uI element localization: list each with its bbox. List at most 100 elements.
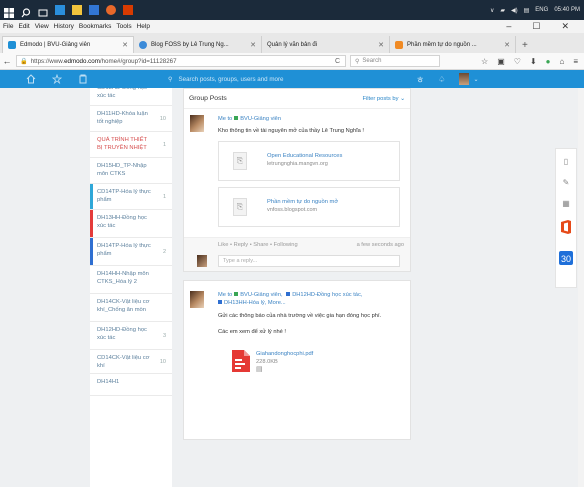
url-host: edmodo.com (64, 57, 100, 65)
group-color-square (286, 292, 291, 296)
group-list: CD13HD-Đồng học xúc tác DH11HD-Khóa luận… (90, 88, 172, 487)
office-icon[interactable] (123, 5, 133, 15)
group-item[interactable]: DH14CK-Vật liệu cơ khí_Chống ăn mòn (90, 294, 172, 322)
calculator-icon[interactable]: ▦ (562, 199, 570, 208)
firefox-icon[interactable] (106, 5, 116, 15)
new-tab-button[interactable]: + (516, 40, 534, 53)
menu-view[interactable]: View (35, 23, 49, 30)
home-icon[interactable] (26, 74, 36, 84)
close-tab-icon[interactable]: ✕ (378, 41, 384, 49)
close-tab-icon[interactable]: ✕ (250, 41, 256, 49)
file-explorer-icon[interactable] (72, 5, 82, 15)
group-item[interactable]: DH13HH-Đồng học xúc tác (90, 210, 172, 238)
trash-icon[interactable]: ▯ (564, 157, 568, 166)
pocket-icon[interactable]: ♡ (514, 57, 521, 66)
task-view-icon[interactable] (38, 5, 48, 17)
store-icon[interactable] (89, 5, 99, 15)
notifications-icon[interactable]: ♤ (438, 75, 445, 84)
menu-help[interactable]: Help (137, 23, 150, 30)
download-icon[interactable]: ⬇ (530, 57, 537, 66)
recipient-link[interactable]: DH13HH-Hóa lý, More... (224, 300, 286, 306)
avatar[interactable] (190, 291, 204, 308)
edge-browser-icon[interactable] (55, 5, 65, 15)
group-item[interactable]: CD14CK-Vật liệu cơ khí 10 (90, 350, 172, 374)
reading-list-icon[interactable]: ▣ (497, 57, 505, 66)
network-icon[interactable]: ▰ (500, 7, 505, 14)
group-item[interactable]: DH14HH-Nhập môn CTKS_Hóa lý 2 (90, 266, 172, 294)
tab-edmodo[interactable]: Edmodo | BVU-Giảng viên ✕ (2, 36, 134, 53)
group-item[interactable]: CD14TP-Hóa lý thực phẩm 1 (90, 184, 172, 210)
office-icon[interactable] (560, 220, 572, 239)
tab-blog-foss[interactable]: Blog FOSS by Lê Trung Ng... ✕ (134, 36, 262, 53)
progress-icon[interactable] (52, 74, 62, 84)
group-item[interactable]: DH11HD-Khóa luận tốt nghiệp 10 (90, 106, 172, 132)
tab-quan-ly-van-ban[interactable]: Quản lý văn bản đi ✕ (262, 36, 390, 53)
clock[interactable]: 05:40 PM (554, 7, 580, 13)
recipient-link[interactable]: BVU-Giảng viên, (240, 292, 284, 298)
menu-file[interactable]: File (3, 23, 13, 30)
post-action-links[interactable]: Like • Reply • Share • Following (218, 242, 298, 248)
file-preview-icon[interactable]: ▤ (256, 366, 313, 374)
group-count: 10 (159, 115, 166, 122)
chevron-down-icon[interactable]: ⌄ (473, 76, 478, 83)
group-color-square (218, 300, 222, 304)
menu-tools[interactable]: Tools (116, 23, 131, 30)
edmodo-search-input[interactable]: ⚲ Search posts, groups, users and more (158, 76, 388, 83)
windows-start-icon[interactable] (4, 5, 14, 18)
tab-label: Quản lý văn bản đi (267, 41, 318, 48)
side-toolbar: ▯ ✎ ▦ 30 (555, 148, 577, 288)
group-color-bar (90, 210, 93, 237)
blogger-favicon-icon (395, 40, 403, 49)
post-text: Kho thông tin về tài nguyên mở của thầy … (218, 128, 365, 134)
close-tab-icon[interactable]: ✕ (504, 41, 510, 49)
tab-phan-mem[interactable]: Phần mềm tự do nguồn ... ✕ (390, 36, 516, 53)
calendar-icon[interactable]: 30 (559, 251, 573, 270)
menu-bookmarks[interactable]: Bookmarks (79, 23, 112, 30)
menu-edit[interactable]: Edit (18, 23, 29, 30)
link-attachment[interactable]: ⎘ Phần mềm tự do nguồn mở vnfoss.blogspo… (218, 187, 400, 227)
avatar[interactable] (459, 73, 470, 85)
reply-input[interactable]: Type a reply... (218, 255, 400, 267)
volume-icon[interactable]: ◀) (511, 7, 518, 14)
url-bar[interactable]: 🔒 https://www. edmodo.com/home#/group?id=… (16, 55, 346, 67)
scrollbar[interactable] (578, 88, 584, 487)
group-item[interactable]: QUÁ TRÌNH THIẾT BỊ TRUYỀN NHIỆT 1 (90, 132, 172, 158)
language-indicator[interactable]: ENG (535, 7, 548, 13)
reload-icon[interactable]: C (335, 58, 342, 65)
minimize-button[interactable]: – (506, 21, 511, 32)
pin-icon[interactable]: ✎ (563, 178, 570, 187)
search-icon[interactable] (21, 5, 31, 18)
group-item[interactable]: DH15HD_TP-Nhập môn CTKS (90, 158, 172, 184)
post-text: Gửi các thông báo của nhà trường về việc… (218, 313, 382, 319)
browser-search-input[interactable]: ⚲ Search (350, 55, 440, 67)
group-item[interactable]: DH12HD-Đồng học xúc tác 3 (90, 322, 172, 350)
keyboard-icon[interactable]: ▤ (524, 7, 530, 14)
link-title[interactable]: Open Educational Resources (267, 152, 342, 160)
file-name[interactable]: Giahandonghocphi.pdf (256, 350, 313, 358)
pdf-file-icon (232, 350, 250, 372)
home-icon[interactable]: ⌂ (559, 57, 564, 66)
group-item[interactable]: CD13HD-Đồng học xúc tác (90, 88, 172, 106)
star-icon[interactable]: ☆ (481, 57, 488, 66)
group-color-bar (90, 184, 93, 209)
close-tab-icon[interactable]: ✕ (122, 41, 128, 49)
navigation-bar: ← 🔒 https://www. edmodo.com/home#/group?i… (0, 53, 584, 70)
link-title[interactable]: Phần mềm tự do nguồn mở (267, 198, 338, 206)
teacher-icon[interactable]: ㅎ (416, 73, 424, 86)
menu-history[interactable]: History (54, 23, 74, 30)
group-item[interactable]: DH14TP-Hóa lý thực phẩm 2 (90, 238, 172, 266)
file-attachment[interactable]: Giahandonghocphi.pdf 228.0KB ▤ (232, 350, 404, 374)
filter-posts-dropdown[interactable]: Filter posts by ⌄ (362, 96, 405, 102)
backpack-icon[interactable] (78, 74, 88, 84)
chevron-up-icon[interactable]: ∨ (490, 7, 494, 14)
avatar[interactable] (190, 115, 204, 132)
recipient-link[interactable]: DH12HD-Đồng học xúc tác, (292, 292, 362, 298)
menu-icon[interactable]: ≡ (573, 57, 578, 66)
extension-icon[interactable]: ● (546, 57, 551, 66)
back-arrow-icon[interactable]: ← (0, 56, 14, 66)
recipient-link[interactable]: BVU-Giảng viên (240, 116, 281, 122)
restore-button[interactable]: ☐ (532, 21, 540, 32)
close-button[interactable]: ✕ (561, 21, 569, 32)
group-item[interactable]: DH14H1 (90, 374, 172, 396)
link-attachment[interactable]: ⎘ Open Educational Resources letrungnghi… (218, 141, 400, 181)
